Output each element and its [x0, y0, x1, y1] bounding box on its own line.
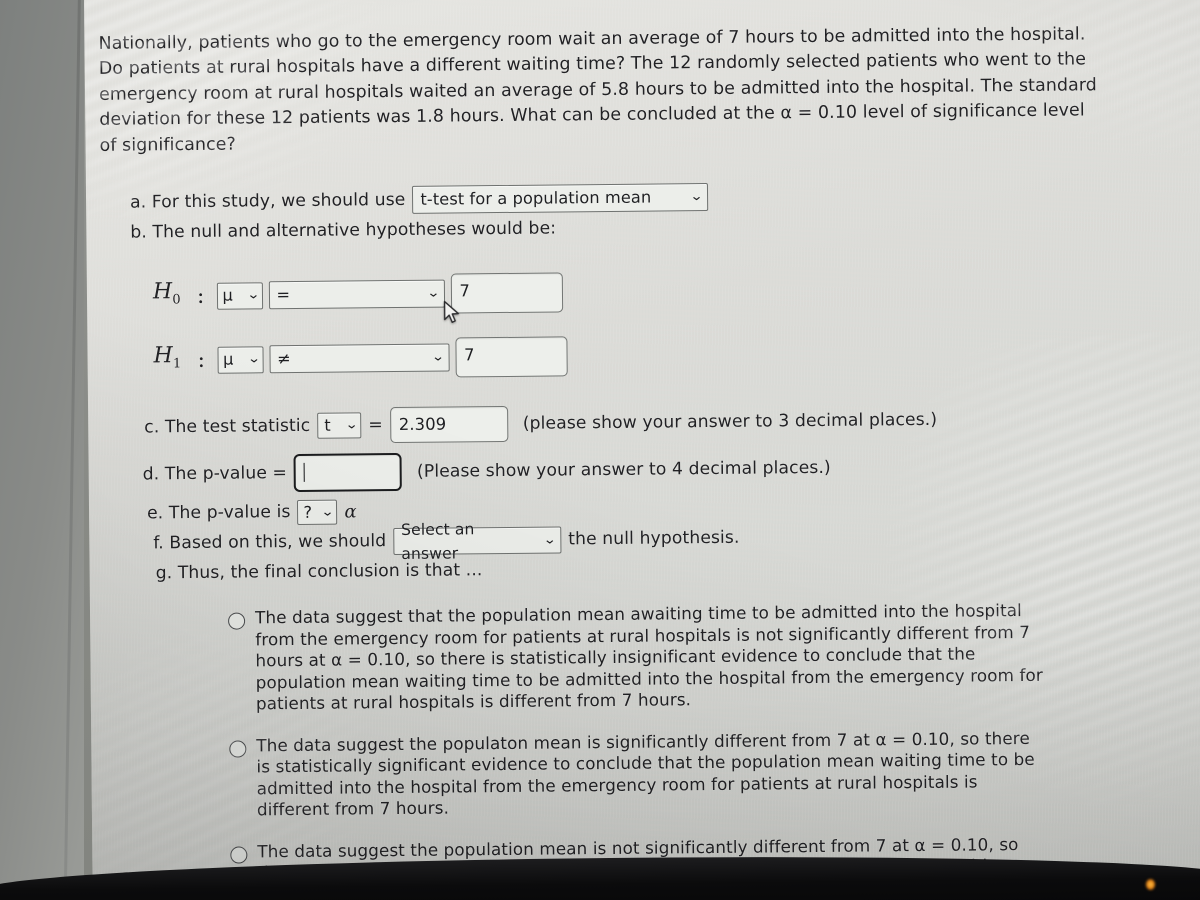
alternative-hypothesis-row: H1 : μ ⌄ ≠ ⌄ 7 [153, 329, 1200, 381]
select-alternative-parameter[interactable]: μ ⌄ [216, 345, 264, 374]
chevron-down-icon: ⌄ [321, 504, 335, 520]
chevron-down-icon: ⌄ [542, 532, 557, 548]
part-b-label: b. The null and alternative hypotheses w… [130, 218, 557, 243]
part-e-label: e. The p-value is [146, 502, 291, 524]
question-parts: a. For this study, we should use t-test … [100, 178, 1200, 880]
conclusion-option-2[interactable]: The data suggest the populaton mean is s… [229, 726, 1200, 821]
conclusion-option-2-text: The data suggest the populaton mean is s… [256, 727, 1035, 820]
chevron-down-icon: ⌄ [246, 287, 260, 303]
input-p-value[interactable] [293, 453, 403, 493]
monitor-photo: Nationally, patients who go to the emerg… [0, 0, 1200, 900]
monitor-screen: Nationally, patients who go to the emerg… [84, 0, 1200, 880]
part-c-label: c. The test statistic [144, 415, 311, 437]
select-test-type-value: t-test for a population mean [420, 187, 652, 209]
select-null-parameter[interactable]: μ ⌄ [216, 281, 263, 310]
chevron-down-icon: ⌄ [426, 285, 440, 301]
part-a-label: a. For this study, we should use [129, 189, 406, 213]
alpha-symbol: α [344, 501, 357, 523]
select-alternative-operator-value: ≠ [277, 349, 291, 369]
select-test-type[interactable]: t-test for a population mean ⌄ [412, 183, 709, 214]
null-hypothesis-name: H0 [152, 279, 181, 308]
part-g-label: g. Thus, the final conclusion is that ..… [155, 560, 483, 584]
part-d-hint: (Please show your answer to 4 decimal pl… [416, 457, 831, 482]
chevron-down-icon: ⌄ [246, 351, 261, 367]
power-led-indicator [1146, 879, 1155, 890]
select-null-parameter-value: μ [222, 285, 233, 305]
part-c-row: c. The test statistic t ⌄ = 2.309 (pleas… [144, 399, 1200, 445]
homework-question-page: Nationally, patients who go to the emerg… [98, 21, 1200, 880]
chevron-down-icon: ⌄ [689, 189, 704, 205]
alternative-hypothesis-name: H1 [153, 343, 182, 372]
select-alternative-parameter-value: μ [223, 349, 234, 369]
conclusion-option-1[interactable]: The data suggest that the population mea… [228, 598, 1200, 715]
problem-statement: Nationally, patients who go to the emerg… [98, 24, 1097, 156]
input-test-statistic[interactable]: 2.309 [389, 405, 508, 444]
part-a-row: a. For this study, we should use t-test … [130, 178, 1200, 216]
chevron-down-icon: ⌄ [430, 349, 445, 365]
part-f-label-after: the null hypothesis. [568, 527, 740, 550]
null-hypothesis-colon: : [196, 283, 205, 309]
conclusion-option-1-text: The data suggest that the population mea… [254, 600, 1043, 714]
chevron-down-icon: ⌄ [344, 417, 359, 433]
select-null-operator-value: = [276, 285, 291, 305]
equals-sign: = [368, 414, 383, 435]
select-p-value-comparison[interactable]: ? ⌄ [297, 499, 338, 526]
radio-button-icon[interactable] [230, 846, 248, 864]
select-statistic-type-value: t [324, 415, 331, 435]
alternative-hypothesis-colon: : [197, 347, 206, 373]
input-null-value[interactable]: 7 [450, 272, 563, 314]
input-alternative-value[interactable]: 7 [454, 336, 568, 378]
radio-button-icon[interactable] [228, 612, 246, 630]
select-decision[interactable]: Select an answer ⌄ [393, 520, 562, 563]
part-d-row: d. The p-value = (Please show your answe… [143, 445, 1200, 493]
text-cursor [303, 462, 306, 482]
select-null-operator[interactable]: = ⌄ [268, 279, 445, 310]
part-c-hint: (please show your answer to 3 decimal pl… [522, 409, 938, 434]
radio-button-icon[interactable] [229, 740, 247, 758]
null-hypothesis-row: H0 : μ ⌄ = ⌄ 7 [153, 265, 1200, 317]
select-p-value-comparison-value: ? [303, 502, 313, 522]
part-d-label: d. The p-value = [142, 462, 288, 484]
select-alternative-operator[interactable]: ≠ ⌄ [268, 343, 450, 374]
conclusion-options: The data suggest that the population mea… [228, 598, 1200, 880]
part-f-label: f. Based on this, we should [153, 531, 387, 554]
select-statistic-type[interactable]: t ⌄ [317, 412, 362, 439]
part-f-row: f. Based on this, we should Select an an… [153, 520, 1200, 563]
hypotheses-block: H0 : μ ⌄ = ⌄ 7 H1: μ ⌄ ≠ ⌄ 7 [153, 265, 1200, 381]
